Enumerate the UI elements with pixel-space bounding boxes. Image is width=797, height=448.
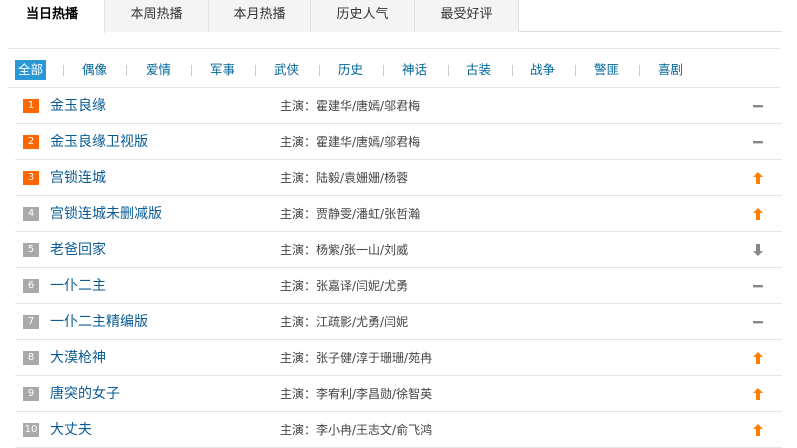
tab-today[interactable]: 当日热播 — [0, 0, 105, 33]
trend-flat-icon — [752, 98, 764, 112]
category-idol[interactable]: 偶像 — [82, 60, 107, 80]
cast-label: 主演： — [280, 207, 317, 221]
category-romance[interactable]: 爱情 — [146, 60, 171, 80]
show-title-link[interactable]: 一仆二主 — [50, 276, 106, 296]
cast-names: 张子健/淳于珊珊/苑冉 — [316, 351, 433, 365]
rank-badge: 3 — [23, 171, 39, 185]
divider — [126, 65, 127, 76]
cast-text: 主演：贾静雯/潘虹/张哲瀚 — [280, 206, 420, 222]
category-all[interactable]: 全部 — [15, 60, 47, 80]
category-history[interactable]: 历史 — [338, 60, 363, 80]
cast-text: 主演：杨紫/张一山/刘威 — [280, 242, 408, 258]
tab-top-rated[interactable]: 最受好评 — [415, 0, 519, 32]
show-title-link[interactable]: 宫锁连城未删减版 — [50, 204, 162, 224]
show-title-link[interactable]: 宫锁连城 — [50, 168, 106, 188]
category-war[interactable]: 战争 — [530, 60, 555, 80]
show-title-link[interactable]: 一仆二主精编版 — [50, 312, 148, 332]
trend-up-icon — [752, 206, 764, 220]
rank-badge: 6 — [23, 279, 39, 293]
ranking-tabbar: 当日热播 本周热播 本月热播 历史人气 最受好评 — [0, 0, 782, 33]
show-title-link[interactable]: 金玉良缘 — [50, 96, 106, 116]
cast-text: 主演：张子健/淳于珊珊/苑冉 — [280, 350, 432, 366]
cast-names: 霍建华/唐嫣/邬君梅 — [316, 99, 421, 113]
cast-text: 主演：江疏影/尤勇/闫妮 — [280, 314, 408, 330]
cast-label: 主演： — [280, 243, 317, 257]
list-item[interactable]: 5 老爸回家 主演：杨紫/张一山/刘威 — [15, 232, 782, 268]
trend-up-icon — [752, 422, 764, 436]
list-item[interactable]: 7 一仆二主精编版 主演：江疏影/尤勇/闫妮 — [15, 304, 782, 340]
trend-flat-icon — [752, 134, 764, 148]
category-wuxia[interactable]: 武侠 — [274, 60, 299, 80]
trend-up-icon — [752, 386, 764, 400]
tab-history[interactable]: 历史人气 — [311, 0, 415, 32]
tab-month[interactable]: 本月热播 — [209, 0, 311, 32]
cast-label: 主演： — [280, 423, 317, 437]
trend-up-icon — [752, 350, 764, 364]
cast-names: 陆毅/袁姗姗/杨蓉 — [316, 171, 409, 185]
category-comedy[interactable]: 喜剧 — [658, 60, 683, 80]
show-title-link[interactable]: 大丈夫 — [50, 420, 92, 440]
list-item[interactable]: 10 大丈夫 主演：李小冉/王志文/俞飞鸿 — [15, 412, 782, 448]
rank-badge: 5 — [23, 243, 39, 257]
list-item[interactable]: 2 金玉良缘卫视版 主演：霍建华/唐嫣/邬君梅 — [15, 124, 782, 160]
cast-text: 主演：陆毅/袁姗姗/杨蓉 — [280, 170, 408, 186]
list-item[interactable]: 1 金玉良缘 主演：霍建华/唐嫣/邬君梅 — [15, 88, 782, 124]
cast-label: 主演： — [280, 351, 317, 365]
trend-flat-icon — [752, 278, 764, 292]
category-costume[interactable]: 古装 — [466, 60, 491, 80]
cast-text: 主演：李小冉/王志文/俞飞鸿 — [280, 422, 432, 438]
divider — [512, 65, 513, 76]
category-military[interactable]: 军事 — [210, 60, 235, 80]
tab-week[interactable]: 本周热播 — [105, 0, 209, 32]
rank-badge: 9 — [23, 387, 39, 401]
rank-badge: 7 — [23, 315, 39, 329]
cast-names: 江疏影/尤勇/闫妮 — [316, 315, 409, 329]
list-item[interactable]: 9 唐突的女子 主演：李宥利/李昌勋/徐智英 — [15, 376, 782, 412]
cast-text: 主演：李宥利/李昌勋/徐智英 — [280, 386, 432, 402]
show-title-link[interactable]: 老爸回家 — [50, 240, 106, 260]
cast-text: 主演：霍建华/唐嫣/邬君梅 — [280, 98, 420, 114]
cast-text: 主演：张嘉译/闫妮/尤勇 — [280, 278, 408, 294]
cast-names: 李小冉/王志文/俞飞鸿 — [316, 423, 433, 437]
cast-text: 主演：霍建华/唐嫣/邬君梅 — [280, 134, 420, 150]
divider — [448, 65, 449, 76]
category-police[interactable]: 警匪 — [594, 60, 619, 80]
divider — [575, 65, 576, 76]
show-title-link[interactable]: 唐突的女子 — [50, 384, 120, 404]
rank-badge: 2 — [23, 135, 39, 149]
trend-flat-icon — [752, 314, 764, 328]
cast-names: 贾静雯/潘虹/张哲瀚 — [316, 207, 421, 221]
list-item[interactable]: 3 宫锁连城 主演：陆毅/袁姗姗/杨蓉 — [15, 160, 782, 196]
show-title-link[interactable]: 大漠枪神 — [50, 348, 106, 368]
category-filter: 全部 偶像 爱情 军事 武侠 历史 神话 古装 战争 警匪 喜剧 — [8, 48, 780, 88]
rank-badge: 1 — [23, 99, 39, 113]
cast-label: 主演： — [280, 135, 317, 149]
list-item[interactable]: 4 宫锁连城未删减版 主演：贾静雯/潘虹/张哲瀚 — [15, 196, 782, 232]
divider — [319, 65, 320, 76]
cast-names: 张嘉译/闫妮/尤勇 — [316, 279, 409, 293]
trend-up-icon — [752, 170, 764, 184]
cast-label: 主演： — [280, 171, 317, 185]
cast-label: 主演： — [280, 315, 317, 329]
rank-badge: 10 — [23, 423, 39, 437]
category-myth[interactable]: 神话 — [402, 60, 427, 80]
trend-down-icon — [752, 242, 764, 256]
list-item[interactable]: 6 一仆二主 主演：张嘉译/闫妮/尤勇 — [15, 268, 782, 304]
rank-badge: 4 — [23, 207, 39, 221]
divider — [383, 65, 384, 76]
list-item[interactable]: 8 大漠枪神 主演：张子健/淳于珊珊/苑冉 — [15, 340, 782, 376]
rank-badge: 8 — [23, 351, 39, 365]
divider — [63, 65, 64, 76]
cast-label: 主演： — [280, 279, 317, 293]
cast-names: 杨紫/张一山/刘威 — [316, 243, 409, 257]
divider — [255, 65, 256, 76]
divider — [191, 65, 192, 76]
cast-names: 霍建华/唐嫣/邬君梅 — [316, 135, 421, 149]
divider — [639, 65, 640, 76]
cast-label: 主演： — [280, 387, 317, 401]
cast-label: 主演： — [280, 99, 317, 113]
show-title-link[interactable]: 金玉良缘卫视版 — [50, 132, 148, 152]
cast-names: 李宥利/李昌勋/徐智英 — [316, 387, 433, 401]
